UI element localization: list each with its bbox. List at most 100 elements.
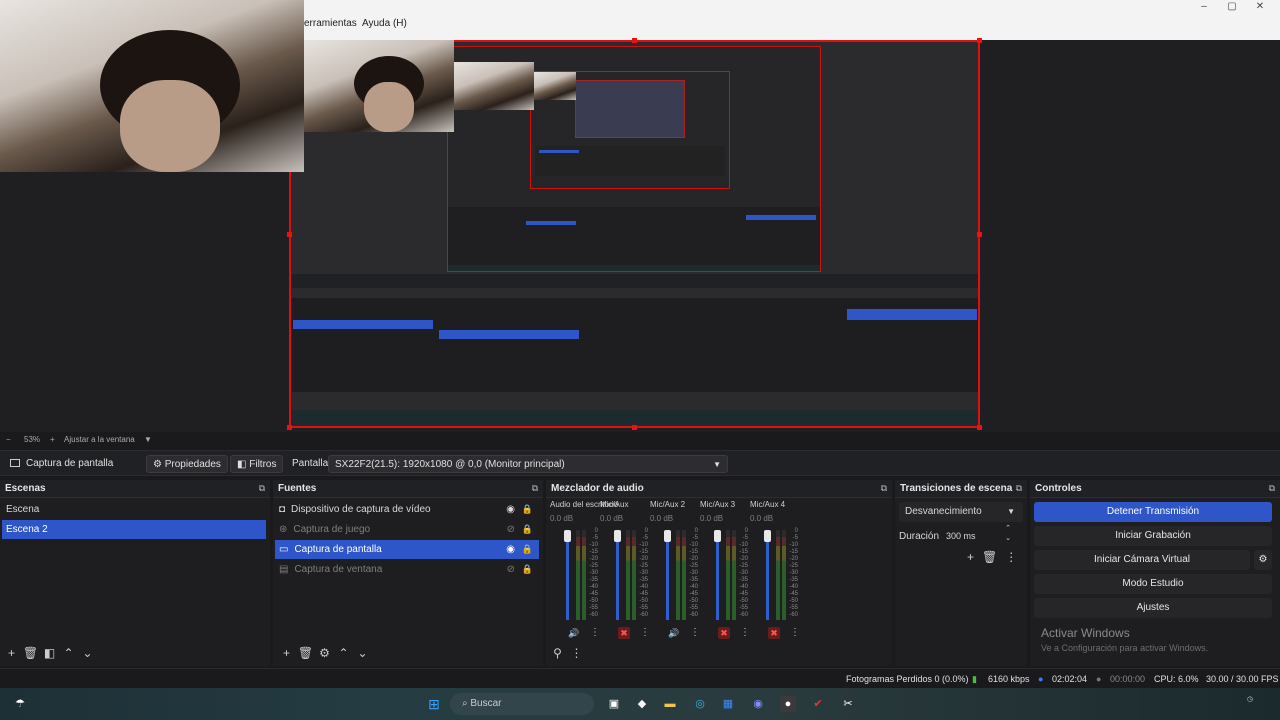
dock-float-icon[interactable]: ⧉ bbox=[532, 483, 538, 494]
filters-button[interactable]: ◧ Filtros bbox=[230, 455, 284, 473]
obs-icon[interactable]: ● bbox=[780, 696, 796, 712]
chevron-up-icon[interactable]: ⌃ bbox=[59, 646, 78, 660]
trash-icon[interactable]: 🗑 bbox=[21, 646, 40, 660]
dock-float-icon[interactable]: ⧉ bbox=[1016, 483, 1022, 494]
source-item[interactable]: ▤ Captura de ventana ⊘ 🔒 bbox=[275, 560, 539, 579]
eye-off-icon[interactable]: ⊘ bbox=[507, 560, 515, 579]
resize-handle-br[interactable] bbox=[977, 425, 982, 430]
start-icon[interactable]: ⊞ bbox=[426, 696, 442, 712]
kebab-icon[interactable]: ⋮ bbox=[790, 627, 800, 638]
menu-tools[interactable]: erramientas bbox=[304, 18, 357, 29]
gear-icon[interactable]: ⚙ bbox=[315, 646, 334, 660]
eye-off-icon[interactable]: ⊘ bbox=[507, 520, 515, 539]
kebab-icon[interactable]: ⋮ bbox=[640, 627, 650, 638]
volume-fader[interactable] bbox=[616, 530, 619, 620]
muted-speaker-icon[interactable]: ✖ bbox=[718, 627, 730, 639]
dock-float-icon[interactable]: ⧉ bbox=[1269, 483, 1275, 494]
kebab-icon[interactable]: ⋮ bbox=[740, 627, 750, 638]
dock-float-icon[interactable]: ⧉ bbox=[881, 483, 887, 494]
volume-fader[interactable] bbox=[766, 530, 769, 620]
lock-icon[interactable]: 🔒 bbox=[522, 540, 533, 559]
fit-dropdown-icon[interactable]: ▼ bbox=[144, 435, 152, 444]
fader-knob[interactable] bbox=[614, 530, 621, 542]
zoom-out-icon[interactable]: − bbox=[6, 435, 11, 444]
store-icon[interactable]: ▦ bbox=[720, 696, 736, 712]
fader-knob[interactable] bbox=[664, 530, 671, 542]
resize-handle-l[interactable] bbox=[287, 232, 292, 237]
advanced-audio-icon[interactable]: ⚲ bbox=[548, 646, 567, 660]
scale-tick: -5 bbox=[592, 535, 598, 541]
add-icon[interactable]: + bbox=[2, 646, 21, 660]
speaker-icon[interactable]: 🔊 bbox=[668, 627, 680, 639]
muted-speaker-icon[interactable]: ✖ bbox=[618, 627, 630, 639]
search-placeholder: Buscar bbox=[470, 698, 502, 709]
volume-fader[interactable] bbox=[566, 530, 569, 620]
kebab-icon[interactable]: ⋮ bbox=[1005, 550, 1017, 564]
filter-icon[interactable]: ◧ bbox=[40, 646, 59, 660]
folder-icon[interactable]: ▬ bbox=[662, 696, 678, 712]
speaker-icon[interactable]: 🔊 bbox=[568, 627, 580, 639]
lock-icon[interactable]: 🔒 bbox=[522, 560, 533, 579]
close-icon[interactable]: ✕ bbox=[1246, 0, 1274, 14]
source-item[interactable]: ▭ Captura de pantalla ◉ 🔒 bbox=[275, 540, 539, 559]
studio-mode-button[interactable]: Modo Estudio bbox=[1034, 574, 1272, 594]
add-icon[interactable]: + bbox=[967, 550, 974, 564]
menu-help[interactable]: Ayuda (H) bbox=[362, 18, 407, 29]
fader-knob[interactable] bbox=[564, 530, 571, 542]
trash-icon[interactable]: 🗑 bbox=[296, 646, 315, 660]
dock-float-icon[interactable]: ⧉ bbox=[259, 483, 265, 494]
channel-db: 0.0 dB bbox=[550, 514, 574, 523]
maximize-icon[interactable]: ▢ bbox=[1218, 0, 1246, 14]
start-recording-button[interactable]: Iniciar Grabación bbox=[1034, 526, 1272, 546]
edge-icon[interactable]: ◎ bbox=[692, 696, 708, 712]
duration-input[interactable]: 300 ms ⌃ ⌄ bbox=[941, 524, 1019, 546]
kebab-icon[interactable]: ⋮ bbox=[590, 627, 600, 638]
resize-handle-bl[interactable] bbox=[287, 425, 292, 430]
resize-handle-b[interactable] bbox=[632, 425, 637, 430]
discord-icon[interactable]: ◉ bbox=[750, 696, 766, 712]
eye-icon[interactable]: ◉ bbox=[506, 540, 515, 559]
volume-fader[interactable] bbox=[716, 530, 719, 620]
kebab-icon[interactable]: ⋮ bbox=[567, 646, 586, 660]
controls-title-label: Controles bbox=[1035, 483, 1082, 494]
scene-item[interactable]: Escena 2 bbox=[2, 520, 266, 539]
scene-item[interactable]: Escena bbox=[2, 500, 266, 519]
source-item[interactable]: ◘ Dispositivo de captura de vídeo ◉ 🔒 bbox=[275, 500, 539, 519]
capcut-icon[interactable]: ✂ bbox=[840, 696, 856, 712]
resize-handle-r[interactable] bbox=[977, 232, 982, 237]
display-select[interactable]: SX22F2(21.5): 1920x1080 @ 0,0 (Monitor p… bbox=[328, 455, 728, 473]
kebab-icon[interactable]: ⋮ bbox=[690, 627, 700, 638]
chevron-up-icon[interactable]: ⌃ bbox=[334, 646, 353, 660]
transitions-title: Transiciones de escena ⧉ bbox=[895, 480, 1027, 498]
lock-icon[interactable]: 🔒 bbox=[522, 500, 533, 519]
settings-button[interactable]: Ajustes bbox=[1034, 598, 1272, 618]
fader-knob[interactable] bbox=[714, 530, 721, 542]
muted-speaker-icon[interactable]: ✖ bbox=[768, 627, 780, 639]
lock-icon[interactable]: 🔒 bbox=[522, 520, 533, 539]
source-item[interactable]: ⊛ Captura de juego ⊘ 🔒 bbox=[275, 520, 539, 539]
fader-knob[interactable] bbox=[764, 530, 771, 542]
chevron-down-icon[interactable]: ⌄ bbox=[353, 646, 372, 660]
resize-handle-tr[interactable] bbox=[977, 38, 982, 43]
transition-select[interactable]: Desvanecimiento ▼ bbox=[899, 502, 1023, 522]
volume-fader[interactable] bbox=[666, 530, 669, 620]
resize-handle-t[interactable] bbox=[632, 38, 637, 43]
scale-tick: -30 bbox=[789, 570, 798, 576]
add-icon[interactable]: + bbox=[277, 646, 296, 660]
properties-button[interactable]: ⚙ Propiedades bbox=[146, 455, 228, 473]
taskbar-search[interactable]: ⌕ Buscar bbox=[450, 693, 594, 715]
spin-icon[interactable]: ⌃ ⌄ bbox=[1005, 524, 1011, 544]
widgets-icon[interactable]: ☂ bbox=[12, 696, 28, 712]
virtual-camera-gear-icon[interactable]: ⚙ bbox=[1254, 550, 1272, 570]
chevron-down-icon[interactable]: ⌄ bbox=[78, 646, 97, 660]
trash-icon[interactable]: 🗑 bbox=[982, 550, 997, 564]
minimize-icon[interactable]: ‒ bbox=[1190, 0, 1218, 14]
eye-icon[interactable]: ◉ bbox=[506, 500, 515, 519]
zoom-in-icon[interactable]: + bbox=[50, 435, 55, 444]
stop-streaming-button[interactable]: Detener Transmisión bbox=[1034, 502, 1272, 522]
task-view-icon[interactable]: ▣ bbox=[606, 696, 622, 712]
fit-to-window[interactable]: Ajustar a la ventana bbox=[64, 435, 135, 444]
app-icon[interactable]: ◆ bbox=[634, 696, 650, 712]
app-icon-2[interactable]: ✔ bbox=[810, 696, 826, 712]
start-virtual-camera-button[interactable]: Iniciar Cámara Virtual bbox=[1034, 550, 1250, 570]
